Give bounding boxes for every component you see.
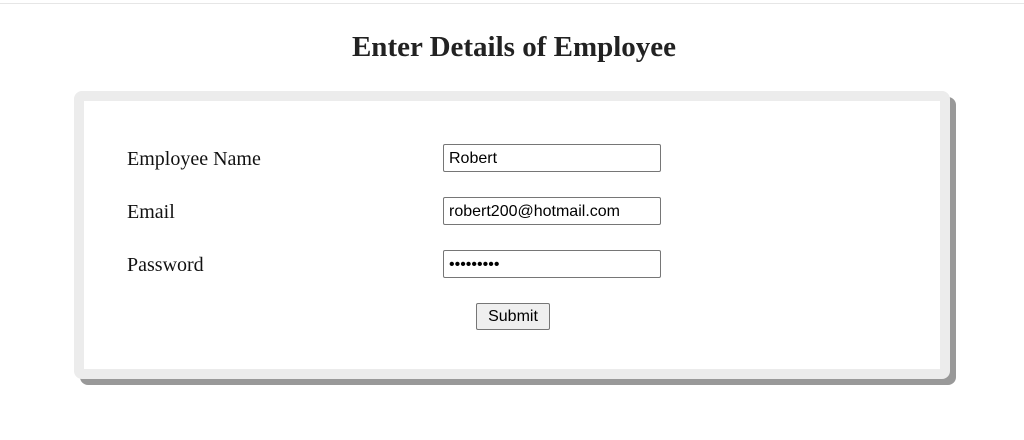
page-title: Enter Details of Employee (351, 31, 677, 63)
employee-name-row: Employee Name (84, 144, 940, 174)
password-input[interactable] (443, 250, 661, 278)
employee-name-input[interactable] (443, 144, 661, 172)
submit-button[interactable]: Submit (476, 303, 550, 330)
employee-name-label: Employee Name (127, 148, 261, 170)
email-row: Email (84, 197, 940, 227)
email-input[interactable] (443, 197, 661, 225)
password-row: Password (84, 250, 940, 280)
email-label: Email (127, 201, 175, 223)
top-divider (0, 0, 1024, 4)
password-label: Password (127, 254, 204, 276)
employee-form: Employee Name Email Password Submit (74, 91, 950, 379)
